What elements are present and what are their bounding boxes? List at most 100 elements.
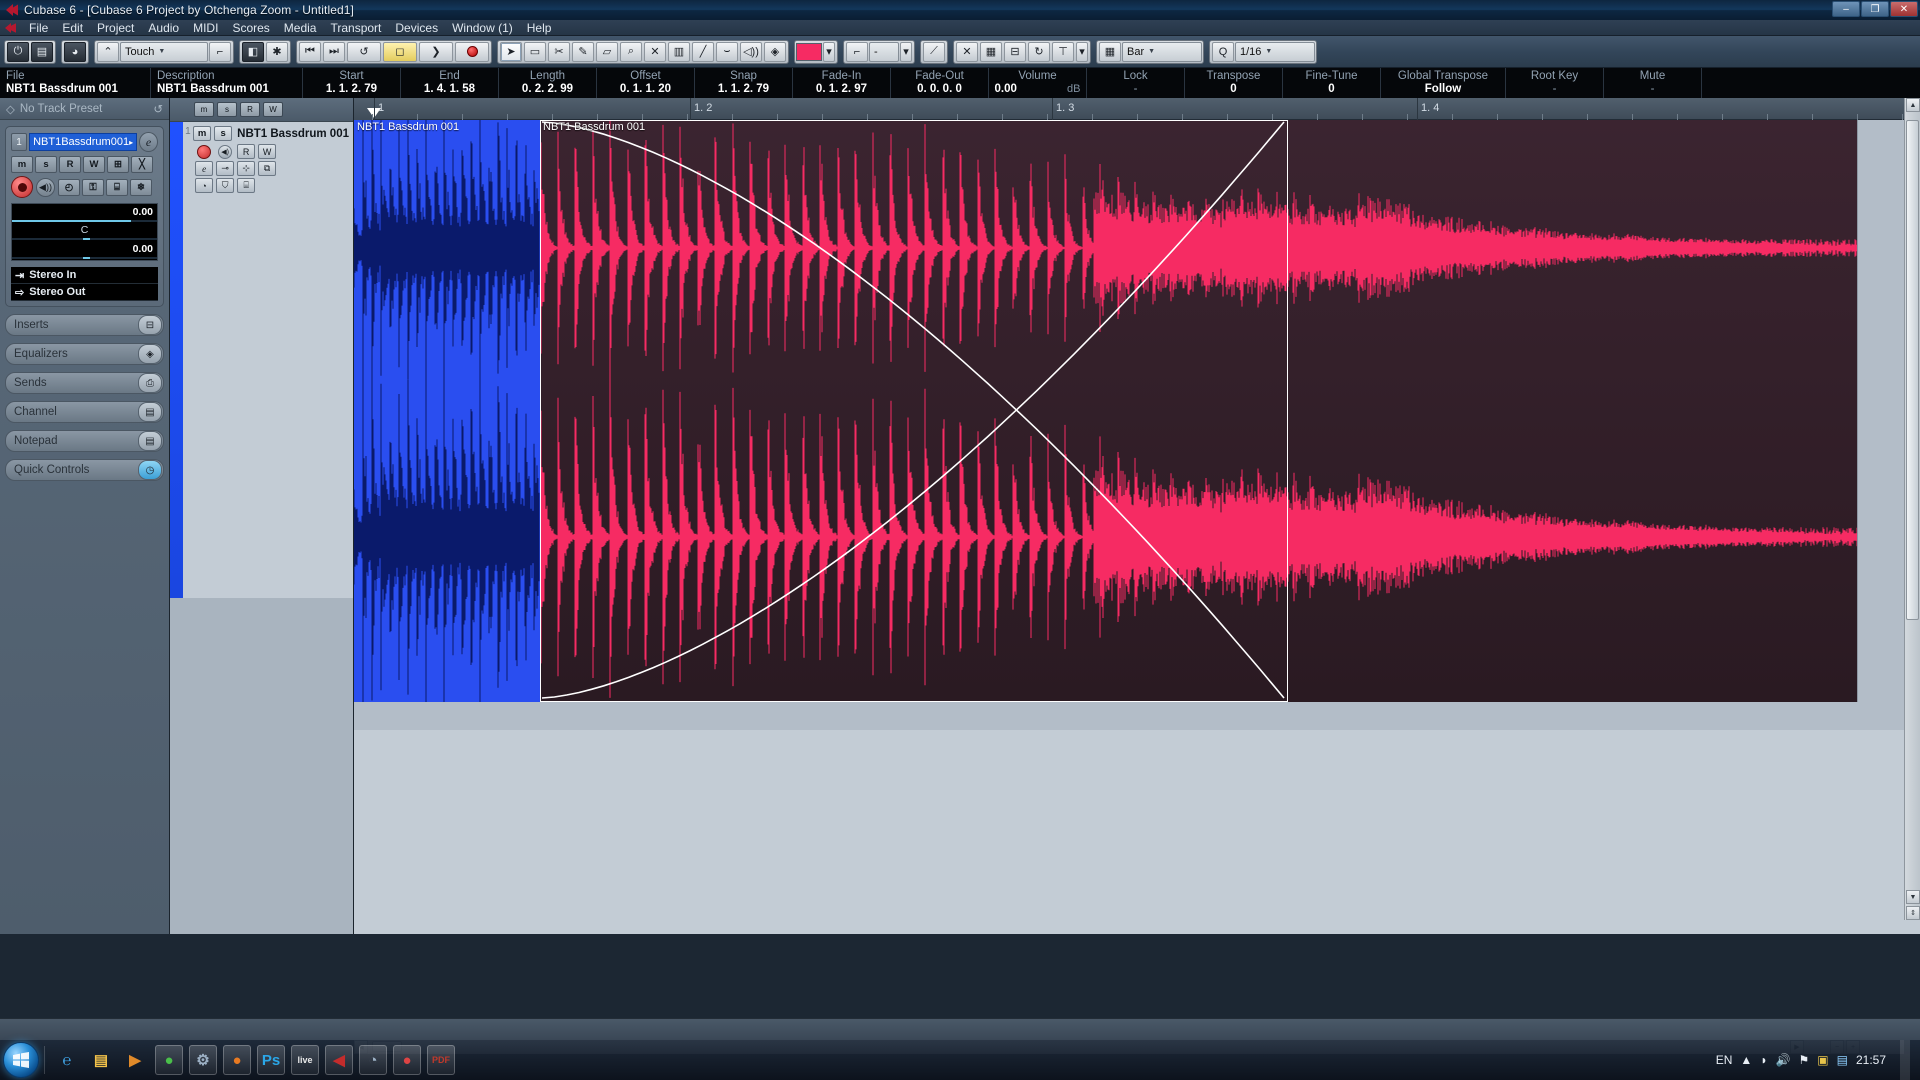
clock-icon[interactable]: ◕	[64, 41, 86, 62]
project-event-area[interactable]: NBT1 Bassdrum 001 NBT1 Bassdrum 001	[354, 120, 1920, 934]
info-cell-start[interactable]: Start 1. 1. 2. 79	[303, 68, 401, 98]
mute-tool[interactable]: ✕	[644, 41, 666, 62]
output-routing-row[interactable]: ⇨ Stereo Out	[11, 284, 158, 301]
inserts-icon[interactable]: ⊟	[138, 315, 162, 335]
info-cell-volume[interactable]: Volume 0.00 dB	[989, 68, 1087, 98]
menu-item-window-1[interactable]: Window (1)	[445, 20, 520, 36]
maximize-button[interactable]: ❐	[1861, 1, 1889, 17]
inspector-section-notepad[interactable]: Notepad ▤	[5, 430, 164, 452]
taskbar-clock[interactable]: 21:57	[1856, 1053, 1886, 1067]
object-selection-tool[interactable]: ➤	[500, 41, 522, 62]
info-cell-snap[interactable]: Snap 1. 1. 2. 79	[695, 68, 793, 98]
lane-button[interactable]: ⌸	[106, 178, 128, 196]
action-center-icon[interactable]: ⚑	[1799, 1053, 1810, 1067]
track-auto-fades-button[interactable]: ⧉	[258, 161, 277, 176]
sends-icon[interactable]: ⎙	[138, 373, 162, 393]
range-selection-tool[interactable]: ▭	[524, 41, 546, 62]
track-monitor-button[interactable]: ◀)	[216, 144, 234, 159]
freeze-button[interactable]: ❄	[130, 178, 152, 196]
track-edit-channel-button[interactable]: e	[195, 161, 214, 176]
ableton-live-icon[interactable]: live	[291, 1045, 319, 1075]
write-automation-button[interactable]: W	[83, 156, 105, 173]
auto-fade-icon[interactable]: ⟋	[923, 41, 945, 62]
pdf-reader-icon[interactable]: PDF	[427, 1045, 455, 1075]
menu-item-devices[interactable]: Devices	[388, 20, 445, 36]
info-cell-fine-tune[interactable]: Fine-Tune 0	[1283, 68, 1381, 98]
equalizers-icon[interactable]: ◈	[138, 344, 162, 364]
play-tool[interactable]: ⌣	[716, 41, 738, 62]
utility-icon[interactable]: ⚙	[189, 1045, 217, 1075]
glue-tool[interactable]: ✎	[572, 41, 594, 62]
track-read-automation-button[interactable]: R	[237, 144, 256, 159]
go-to-next-marker-button[interactable]: ⏭	[323, 41, 345, 62]
media-player-icon[interactable]: ▶	[121, 1045, 149, 1075]
photoshop-icon[interactable]: Ps	[257, 1045, 285, 1075]
show-hidden-icons-button[interactable]: ▲	[1740, 1053, 1752, 1067]
grid-icon[interactable]: ▦	[980, 41, 1002, 62]
menu-item-transport[interactable]: Transport	[323, 20, 388, 36]
write-all-button[interactable]: W	[263, 102, 283, 117]
track-row[interactable]: 1 m s NBT1 Bassdrum 001 ◀) R W e ⊸ ⊹ ⧉ ◔…	[170, 122, 353, 598]
color-dropdown-icon[interactable]: ▾	[823, 41, 835, 62]
snap-events-icon[interactable]: ⊤	[1052, 41, 1074, 62]
show-desktop-button[interactable]	[1900, 1040, 1910, 1080]
nudge-icon[interactable]: ⌐	[846, 41, 868, 62]
info-cell-end[interactable]: End 1. 4. 1. 58	[401, 68, 499, 98]
snap-dropdown-icon[interactable]: ▾	[1076, 41, 1088, 62]
quick-controls-icon[interactable]: ◷	[138, 460, 162, 480]
tray-extra2-icon[interactable]: ▤	[1837, 1053, 1848, 1067]
zoom-tool[interactable]: ⌕	[620, 41, 642, 62]
line-tool[interactable]: ╱	[692, 41, 714, 62]
info-cell-global-transpose[interactable]: Global Transpose Follow	[1381, 68, 1506, 98]
chrome-icon[interactable]: ●	[155, 1045, 183, 1075]
record-enable-button[interactable]	[11, 176, 33, 198]
snap-on-off-button[interactable]: ✕	[956, 41, 978, 62]
automation-mode-select[interactable]: Touch ▼	[120, 41, 208, 62]
pan-control[interactable]: C	[12, 223, 157, 241]
event-color-swatch[interactable]	[796, 42, 822, 61]
track-name-input[interactable]: NBT1Bassdrum001 ▸	[29, 133, 138, 151]
audio-tool-icon[interactable]: ◔	[359, 1045, 387, 1075]
start-button[interactable]	[3, 1042, 39, 1078]
internet-explorer-icon[interactable]: ℮	[53, 1045, 81, 1075]
input-routing-row[interactable]: ⇥ Stereo In	[11, 267, 158, 284]
nudge-dropdown-icon[interactable]: ▾	[900, 41, 912, 62]
volume-fader[interactable]: 0.00	[12, 205, 157, 222]
suspend-scroll-icon[interactable]: ✱	[266, 41, 288, 62]
track-timebase-button[interactable]: ◔	[195, 178, 214, 193]
timebase-button[interactable]: ◴	[58, 178, 80, 196]
menu-item-project[interactable]: Project	[90, 20, 141, 36]
track-record-enable-button[interactable]	[195, 144, 213, 159]
info-cell-length[interactable]: Length 0. 2. 2. 99	[499, 68, 597, 98]
recorder-icon[interactable]: ●	[393, 1045, 421, 1075]
edit-channel-settings-button[interactable]: ⊞	[107, 156, 129, 173]
minimize-button[interactable]: –	[1832, 1, 1860, 17]
automation-punch-icon[interactable]: ⌐	[209, 41, 231, 62]
auto-scroll-icon[interactable]: ◧	[242, 41, 264, 62]
stop-button[interactable]: ◻	[383, 41, 417, 62]
info-cell-transpose[interactable]: Transpose 0	[1185, 68, 1283, 98]
mute-all-button[interactable]: m	[194, 102, 214, 117]
inspector-section-sends[interactable]: Sends ⎙	[5, 372, 164, 394]
channel-icon[interactable]: ▤	[138, 402, 162, 422]
menu-item-scores[interactable]: Scores	[225, 20, 276, 36]
tray-extra-icon[interactable]: ▣	[1817, 1053, 1828, 1067]
audio-track-lane[interactable]: NBT1 Bassdrum 001 NBT1 Bassdrum 001	[354, 120, 1920, 730]
draw-tool[interactable]: ▥	[668, 41, 690, 62]
track-write-automation-button[interactable]: W	[258, 144, 277, 159]
info-cell-fade-out[interactable]: Fade-Out 0. 0. 0. 0	[891, 68, 989, 98]
track-lanes-button[interactable]: ⌸	[237, 178, 256, 193]
show-hide-panels-icon[interactable]: ▤	[31, 41, 53, 62]
network-icon[interactable]: ◗	[1760, 1053, 1767, 1067]
empty-workspace[interactable]	[354, 730, 1920, 934]
lock-button[interactable]: ⚿	[82, 178, 104, 196]
info-cell-mute[interactable]: Mute -	[1604, 68, 1702, 98]
menu-item-audio[interactable]: Audio	[141, 20, 186, 36]
info-cell-file[interactable]: File NBT1 Bassdrum 001	[0, 68, 151, 98]
vertical-scrollbar[interactable]: ▲ ▼ ⇕	[1904, 98, 1920, 920]
read-all-button[interactable]: R	[240, 102, 260, 117]
volume-icon[interactable]: 🔊	[1776, 1053, 1791, 1067]
menu-item-midi[interactable]: MIDI	[186, 20, 225, 36]
menu-item-edit[interactable]: Edit	[55, 20, 90, 36]
info-cell-fade-in[interactable]: Fade-In 0. 1. 2. 97	[793, 68, 891, 98]
